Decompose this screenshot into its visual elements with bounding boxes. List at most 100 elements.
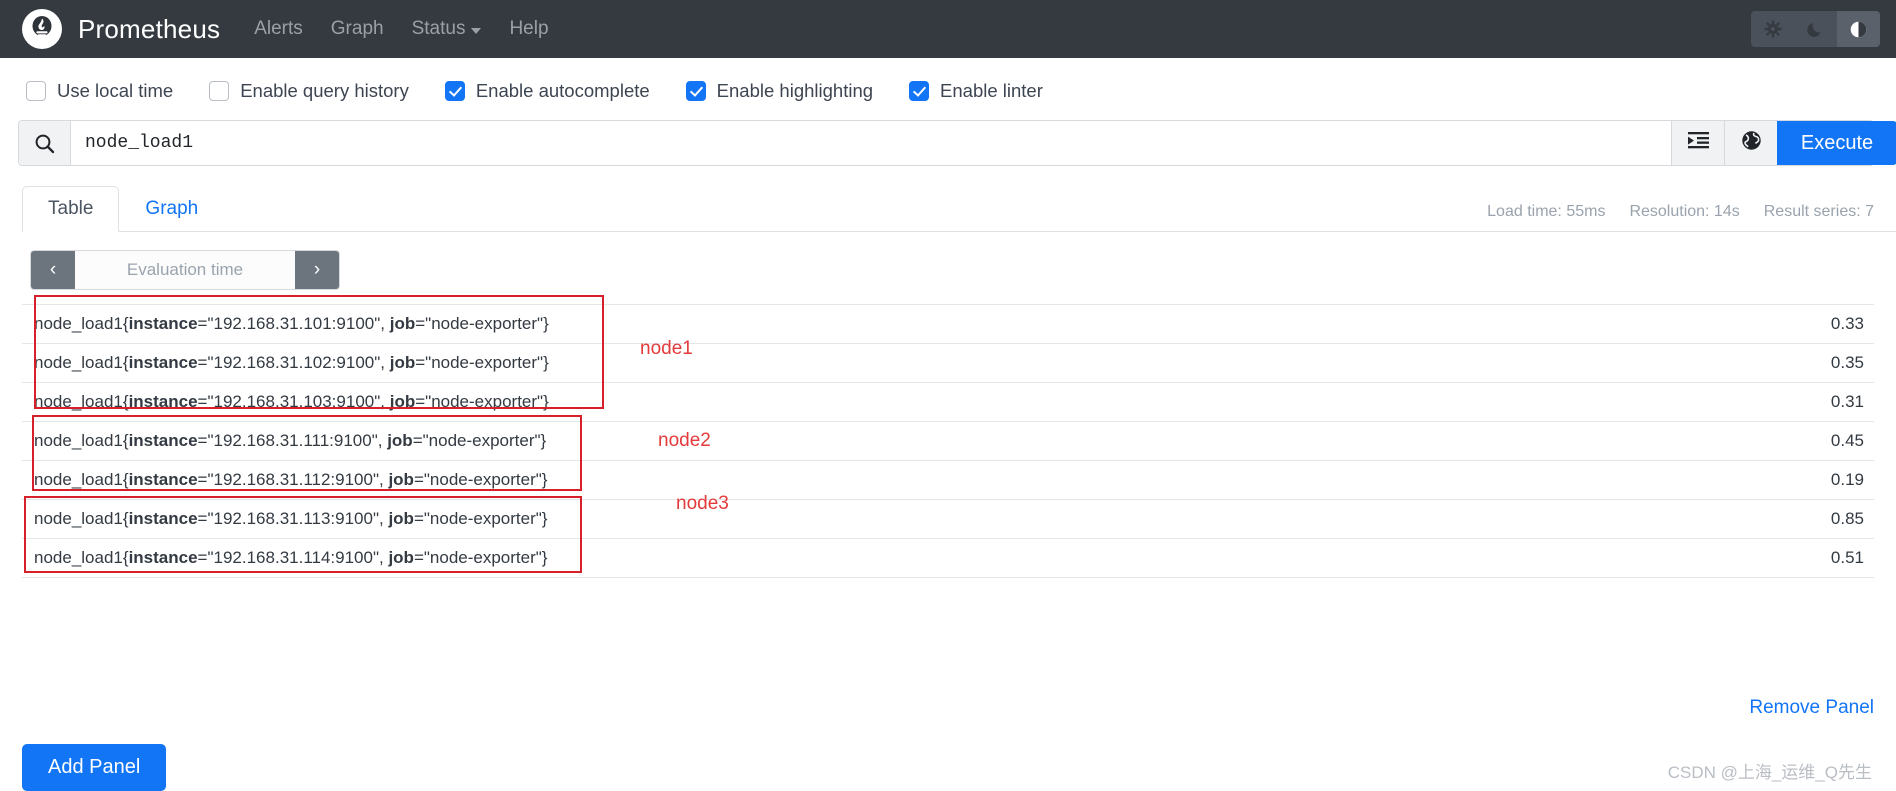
query-stats: Load time: 55ms Resolution: 14s Result s… bbox=[1487, 203, 1874, 231]
query-options-row: Use local time Enable query history Enab… bbox=[0, 58, 1896, 120]
series-value-cell: 0.19 bbox=[1830, 470, 1864, 489]
execute-button[interactable]: Execute bbox=[1777, 121, 1896, 165]
nav-link-help[interactable]: Help bbox=[509, 18, 548, 40]
nav-link-status[interactable]: Status bbox=[412, 18, 482, 40]
series-value-cell: 0.31 bbox=[1830, 392, 1864, 411]
evaluation-time-input[interactable]: Evaluation time bbox=[75, 251, 295, 289]
brand[interactable]: Prometheus bbox=[22, 9, 254, 49]
remove-panel-link[interactable]: Remove Panel bbox=[1749, 697, 1874, 719]
sun-icon bbox=[1764, 20, 1782, 38]
use-local-time-checkbox[interactable] bbox=[26, 81, 46, 101]
globe-icon bbox=[1741, 130, 1762, 156]
format-expression-button[interactable] bbox=[1671, 121, 1724, 165]
series-value-cell: 0.51 bbox=[1830, 548, 1864, 567]
label-value-instance: 192.168.31.114:9100 bbox=[213, 548, 373, 567]
series-label-cell: node_load1{instance="192.168.31.112:9100… bbox=[34, 470, 548, 489]
label-key-instance: instance bbox=[128, 548, 198, 567]
contrast-icon bbox=[1849, 20, 1868, 39]
result-table-body: node_load1{instance="192.168.31.101:9100… bbox=[22, 304, 1874, 578]
format-indent-icon bbox=[1687, 131, 1709, 155]
option-enable-autocomplete[interactable]: Enable autocomplete bbox=[444, 80, 650, 102]
nav-link-help-label: Help bbox=[509, 18, 549, 39]
evaluation-time-prev-button[interactable]: ‹ bbox=[31, 251, 75, 289]
brand-name: Prometheus bbox=[78, 13, 221, 44]
label-value-job: node-exporter bbox=[428, 431, 535, 450]
label-key-job: job bbox=[389, 392, 416, 411]
option-enable-linter[interactable]: Enable linter bbox=[909, 80, 1043, 102]
table-row[interactable]: node_load1{instance="192.168.31.111:9100… bbox=[22, 421, 1874, 461]
table-row[interactable]: node_load1{instance="192.168.31.102:9100… bbox=[22, 343, 1874, 383]
series-label-cell: node_load1{instance="192.168.31.103:9100… bbox=[34, 392, 549, 411]
metric-name: node_load1 bbox=[34, 431, 123, 450]
label-key-instance: instance bbox=[128, 392, 198, 411]
series-label-cell: node_load1{instance="192.168.31.102:9100… bbox=[34, 353, 549, 372]
table-panel: ‹ Evaluation time › node_load1{instance=… bbox=[22, 232, 1874, 578]
label-value-job: node-exporter bbox=[431, 314, 538, 333]
table-row[interactable]: node_load1{instance="192.168.31.101:9100… bbox=[22, 304, 1874, 344]
label-key-job: job bbox=[389, 314, 416, 333]
label-key-instance: instance bbox=[128, 431, 198, 450]
label-value-job: node-exporter bbox=[429, 509, 536, 528]
stat-result-series: Result series: 7 bbox=[1763, 203, 1874, 220]
label-value-job: node-exporter bbox=[431, 392, 538, 411]
enable-query-history-checkbox[interactable] bbox=[209, 81, 230, 101]
explain-globe-button[interactable] bbox=[1724, 121, 1777, 165]
metric-name: node_load1 bbox=[34, 392, 123, 411]
label-value-job: node-exporter bbox=[429, 470, 536, 489]
label-key-job: job bbox=[387, 431, 413, 450]
label-key-job: job bbox=[388, 548, 414, 567]
theme-light-button[interactable] bbox=[1751, 11, 1794, 47]
prometheus-torch-icon bbox=[22, 9, 62, 49]
table-row[interactable]: node_load1{instance="192.168.31.112:9100… bbox=[22, 460, 1874, 500]
nav-link-alerts[interactable]: Alerts bbox=[254, 18, 303, 40]
label-key-job: job bbox=[388, 509, 414, 528]
option-use-local-time[interactable]: Use local time bbox=[26, 80, 173, 102]
chevron-down-icon bbox=[471, 27, 482, 34]
series-label-cell: node_load1{instance="192.168.31.111:9100… bbox=[34, 431, 547, 450]
series-label-cell: node_load1{instance="192.168.31.114:9100… bbox=[34, 548, 548, 567]
option-enable-query-history[interactable]: Enable query history bbox=[209, 80, 409, 102]
label-value-instance: 192.168.31.113:9100 bbox=[213, 509, 373, 528]
moon-icon bbox=[1806, 20, 1825, 38]
nav-link-alerts-label: Alerts bbox=[254, 18, 303, 39]
metric-name: node_load1 bbox=[34, 470, 123, 489]
label-key-instance: instance bbox=[128, 470, 198, 489]
stat-resolution: Resolution: 14s bbox=[1629, 203, 1740, 220]
enable-highlighting-label: Enable highlighting bbox=[716, 80, 874, 101]
enable-linter-label: Enable linter bbox=[940, 80, 1043, 101]
table-row[interactable]: node_load1{instance="192.168.31.103:9100… bbox=[22, 382, 1874, 422]
table-row[interactable]: node_load1{instance="192.168.31.113:9100… bbox=[22, 499, 1874, 539]
navbar: Prometheus Alerts Graph Status Help bbox=[0, 0, 1896, 58]
label-value-job: node-exporter bbox=[431, 353, 538, 372]
nav-link-graph-label: Graph bbox=[330, 18, 384, 39]
option-enable-highlighting[interactable]: Enable highlighting bbox=[685, 80, 874, 102]
series-label-cell: node_load1{instance="192.168.31.113:9100… bbox=[34, 509, 548, 528]
evaluation-time-next-button[interactable]: › bbox=[295, 251, 339, 289]
series-value-cell: 0.35 bbox=[1830, 353, 1864, 372]
series-value-cell: 0.85 bbox=[1830, 509, 1864, 528]
enable-linter-checkbox[interactable] bbox=[909, 81, 930, 101]
table-row[interactable]: node_load1{instance="192.168.31.114:9100… bbox=[22, 538, 1874, 578]
label-key-instance: instance bbox=[128, 509, 198, 528]
label-key-job: job bbox=[388, 470, 414, 489]
tab-graph[interactable]: Graph bbox=[119, 186, 224, 232]
theme-dark-button[interactable] bbox=[1794, 11, 1837, 47]
nav-link-graph[interactable]: Graph bbox=[331, 18, 384, 40]
result-tabs: Table Graph Load time: 55ms Resolution: … bbox=[22, 186, 1896, 232]
query-bar: Execute bbox=[18, 120, 1896, 166]
label-key-job: job bbox=[389, 353, 416, 372]
series-value-cell: 0.45 bbox=[1830, 431, 1864, 450]
enable-autocomplete-checkbox[interactable] bbox=[444, 81, 465, 101]
theme-toggle-group bbox=[1751, 11, 1880, 47]
metric-name: node_load1 bbox=[34, 314, 123, 333]
use-local-time-label: Use local time bbox=[57, 80, 174, 101]
add-panel-button[interactable]: Add Panel bbox=[22, 744, 167, 791]
theme-auto-button[interactable] bbox=[1837, 11, 1880, 47]
query-input[interactable] bbox=[71, 121, 1671, 165]
label-value-instance: 192.168.31.101:9100 bbox=[213, 314, 375, 333]
label-value-instance: 192.168.31.103:9100 bbox=[213, 392, 375, 411]
tab-table[interactable]: Table bbox=[22, 186, 120, 232]
enable-highlighting-checkbox[interactable] bbox=[685, 81, 706, 101]
label-value-instance: 192.168.31.102:9100 bbox=[213, 353, 375, 372]
label-key-instance: instance bbox=[128, 314, 198, 333]
